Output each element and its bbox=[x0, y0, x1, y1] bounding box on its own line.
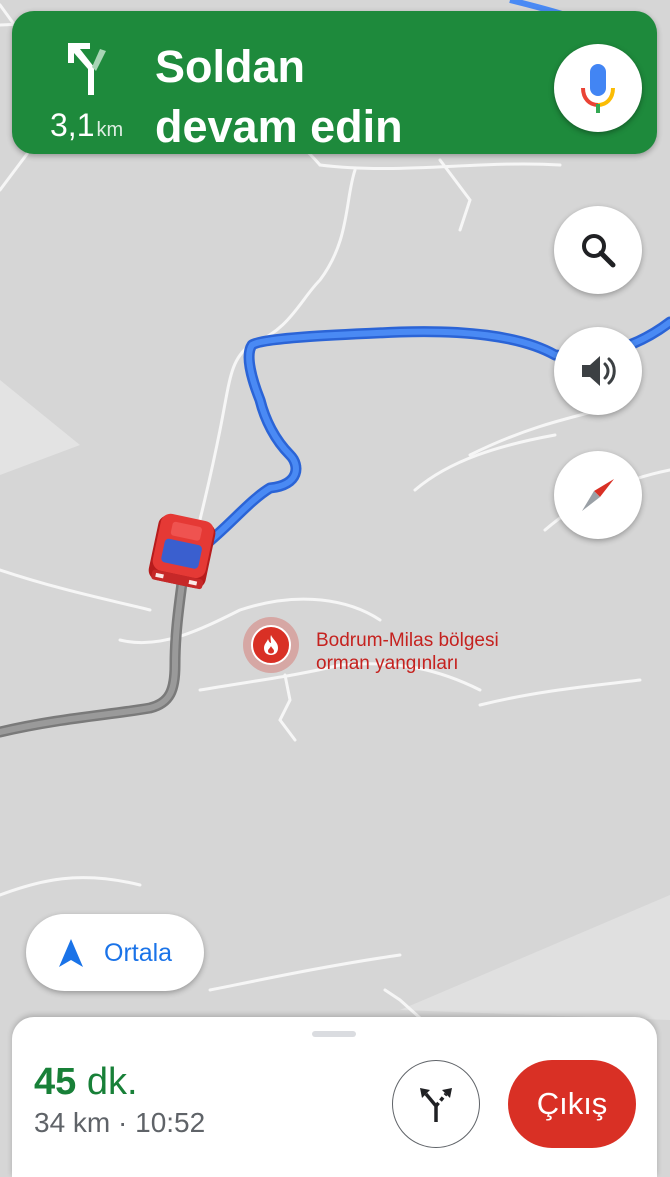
distance-unit: km bbox=[96, 119, 124, 141]
incident-label-line-1: Bodrum-Milas bölgesi bbox=[316, 630, 499, 651]
recenter-button[interactable]: Ortala bbox=[26, 914, 204, 991]
trip-distance-arrival: 34 km · 10:52 bbox=[34, 1107, 206, 1138]
sound-button[interactable] bbox=[554, 327, 642, 415]
alternate-routes-icon bbox=[420, 1088, 452, 1122]
maneuver-distance: 3,1 km bbox=[50, 107, 123, 144]
trip-duration: 45 dk. bbox=[34, 1061, 138, 1104]
duration-unit: dk. bbox=[86, 1061, 138, 1103]
incident-label[interactable]: Bodrum-Milas bölgesi orman yangınları bbox=[316, 629, 499, 675]
alternate-routes-button[interactable] bbox=[392, 1060, 480, 1148]
trip-summary-sheet[interactable]: 45 dk. 34 km · 10:52 Çıkış bbox=[12, 1017, 657, 1177]
fire-icon bbox=[264, 635, 278, 655]
incident-marker[interactable] bbox=[243, 617, 299, 673]
sheet-drag-handle[interactable] bbox=[312, 1031, 356, 1037]
recenter-label: Ortala bbox=[104, 939, 173, 967]
distance-value: 3,1 bbox=[50, 107, 95, 143]
duration-value: 45 bbox=[34, 1061, 77, 1103]
incident-label-line-2: orman yangınları bbox=[316, 653, 459, 674]
navigation-arrow-icon bbox=[59, 939, 83, 967]
exit-navigation-button[interactable]: Çıkış bbox=[508, 1060, 636, 1148]
voice-search-button[interactable] bbox=[554, 44, 642, 132]
instruction-line-2: devam edin bbox=[155, 101, 403, 152]
instruction-line-1: Soldan bbox=[155, 41, 306, 92]
incident-marker-core bbox=[251, 625, 291, 665]
compass-button[interactable] bbox=[554, 451, 642, 539]
turn-slight-left-icon bbox=[68, 43, 106, 95]
microphone-icon bbox=[581, 64, 615, 113]
compass-icon bbox=[582, 479, 614, 511]
search-icon bbox=[582, 234, 616, 268]
volume-icon bbox=[582, 356, 616, 386]
search-button[interactable] bbox=[554, 206, 642, 294]
